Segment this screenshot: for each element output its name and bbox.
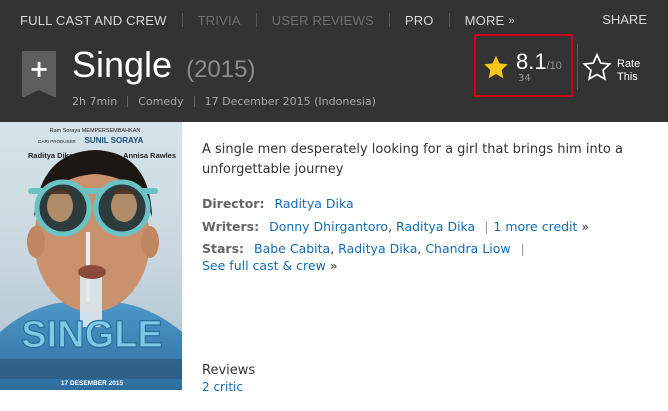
writer-link[interactable]: Raditya Dika: [396, 219, 475, 234]
movie-year-link[interactable]: (2015): [186, 56, 255, 83]
release-date-link[interactable]: 17 December 2015 (Indonesia): [205, 95, 376, 108]
nav-full-cast-crew[interactable]: FULL CAST AND CREW: [20, 13, 167, 28]
stars-pipe: |: [520, 241, 525, 256]
writers-pipe: |: [484, 219, 489, 234]
poster-actor-right: Annisa Rawles: [123, 151, 176, 160]
poster-actor-left: Raditya Dika: [28, 151, 74, 160]
nav-more-label: MORE: [464, 12, 505, 28]
rating-value: 8.1/10: [516, 49, 562, 75]
plus-icon: +: [28, 55, 50, 83]
movie-poster[interactable]: Ram Soraya MEMPERSEMBAHKAN DARI PRODUSER…: [0, 122, 182, 390]
star-outline-icon[interactable]: [582, 53, 612, 82]
writer-comma: ,: [388, 219, 397, 234]
writer-link[interactable]: Donny Dhirgantoro: [269, 219, 388, 234]
writers-label: Writers:: [202, 219, 260, 234]
nav-more[interactable]: MORE»: [465, 13, 515, 28]
poster-producer: SUNIL SORAYA: [85, 136, 144, 145]
title-subtext: 2h 7min Comedy 17 December 2015 (Indones…: [72, 95, 376, 108]
nav-divider: [181, 13, 183, 27]
runtime: 2h 7min: [72, 95, 118, 108]
nav-pro[interactable]: PRO: [405, 13, 434, 28]
nav-divider: [448, 13, 450, 27]
plot-summary: A single men desperately looking for a g…: [202, 140, 642, 273]
nav-trivia[interactable]: TRIVIA: [198, 13, 241, 28]
rating-scale: /10: [546, 60, 562, 72]
movie-title: Single (2015): [72, 44, 255, 86]
watchlist-ribbon-button[interactable]: +: [22, 51, 56, 98]
writers-credit: Writers: Donny Dhirgantoro, Raditya Dika…: [202, 219, 589, 234]
director-link[interactable]: Raditya Dika: [274, 196, 353, 211]
share-button[interactable]: SHARE: [602, 12, 647, 27]
genre-link[interactable]: Comedy: [138, 95, 183, 108]
quicklinks-nav: FULL CAST AND CREW TRIVIA USER REVIEWS P…: [20, 12, 515, 28]
star-link[interactable]: Raditya Dika: [338, 241, 417, 256]
poster-release-date: 17 DESEMBER 2015: [61, 380, 124, 387]
double-chevron-down-icon: »: [508, 14, 515, 27]
stars-credit: Stars: Babe Cabita, Raditya Dika, Chandr…: [202, 241, 525, 256]
rating-divider: [577, 44, 578, 90]
rating-count-link[interactable]: 34: [518, 73, 531, 84]
movie-title-text: Single: [72, 44, 173, 85]
nav-divider: [388, 13, 390, 27]
rate-this-button[interactable]: Rate This: [617, 58, 640, 84]
star-icon: [484, 55, 508, 79]
full-cast-link[interactable]: See full cast & crew: [202, 258, 326, 273]
rate-label: Rate: [617, 58, 641, 70]
summary-text: A single men desperately looking for a g…: [202, 142, 623, 177]
more-credits-link[interactable]: 1 more credit: [493, 219, 577, 234]
title-overview-header: FULL CAST AND CREW TRIVIA USER REVIEWS P…: [0, 0, 668, 122]
subtext-divider: [193, 96, 195, 107]
full-cast-line: See full cast & crew »: [202, 258, 337, 273]
rating-highlight-box: 8.1/10 34: [474, 34, 573, 97]
director-credit: Director: Raditya Dika: [202, 196, 354, 211]
more-credits-arrow: »: [581, 219, 590, 234]
subtext-divider: [127, 96, 129, 107]
star-comma: ,: [330, 241, 339, 256]
full-cast-arrow: »: [329, 258, 338, 273]
nav-user-reviews[interactable]: USER REVIEWS: [272, 13, 374, 28]
this-label: This: [617, 71, 638, 83]
poster-title: SINGLE: [21, 314, 162, 356]
poster-image: Ram Soraya MEMPERSEMBAHKAN DARI PRODUSER…: [0, 122, 182, 390]
star-link[interactable]: Chandra Liow: [425, 241, 510, 256]
reviews-heading: Reviews: [202, 363, 256, 378]
critic-reviews-link[interactable]: 2 critic: [202, 380, 243, 394]
rating-number: 8.1: [516, 49, 547, 74]
poster-producer-prefix: DARI PRODUSER: [38, 139, 76, 144]
star-link[interactable]: Babe Cabita: [254, 241, 330, 256]
stars-label: Stars:: [202, 241, 245, 256]
poster-top-credit: Ram Soraya MEMPERSEMBAHKAN: [50, 128, 141, 134]
director-label: Director:: [202, 196, 265, 211]
nav-divider: [255, 13, 257, 27]
